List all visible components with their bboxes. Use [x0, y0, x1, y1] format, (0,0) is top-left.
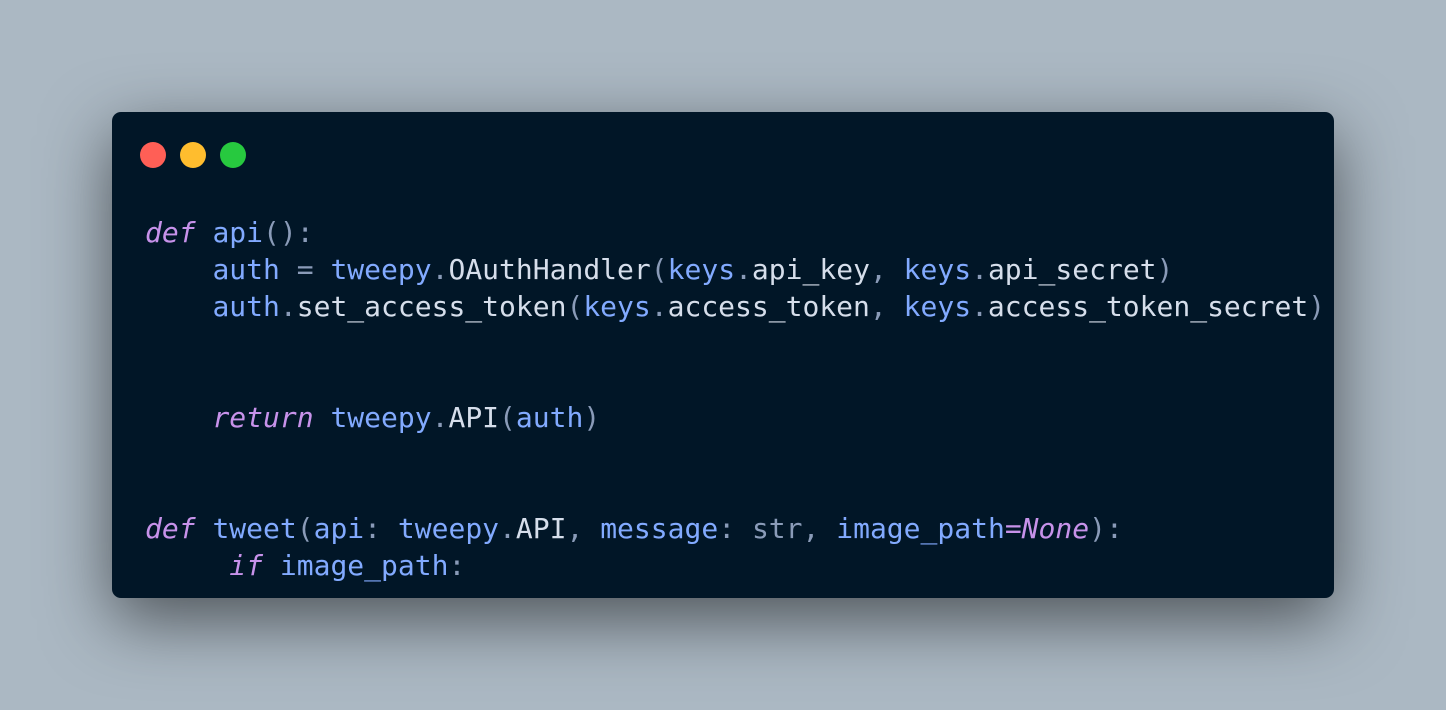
code-token: keys — [903, 253, 972, 286]
code-token: . — [431, 253, 449, 286]
code-token: keys — [903, 290, 972, 323]
code-token: api — [313, 512, 365, 545]
code-token: api — [212, 216, 264, 249]
code-token: api_secret — [987, 253, 1157, 286]
code-line: if image_path: — [145, 547, 1325, 584]
code-token: api_key — [751, 253, 870, 286]
code-token: . — [971, 290, 988, 323]
code-token: ): — [1089, 512, 1123, 545]
code-line: return tweepy.API(auth) — [145, 399, 1325, 436]
code-token: tweepy — [330, 253, 432, 286]
code-token: str — [751, 512, 803, 545]
code-token: OAuthHandler — [448, 253, 651, 286]
code-token: (): — [263, 216, 314, 249]
code-token: auth — [515, 401, 584, 434]
code-token: image_path — [279, 549, 449, 582]
code-token: ( — [650, 253, 668, 286]
code-token: ( — [296, 512, 314, 545]
code-token: None — [1021, 512, 1090, 545]
code-token: message — [600, 512, 719, 545]
code-token: , — [869, 290, 904, 323]
code-window: def api(): auth = tweepy.OAuthHandler(ke… — [112, 112, 1334, 598]
code-token: ) — [1156, 253, 1174, 286]
code-token: keys — [667, 253, 736, 286]
code-line: def api(): — [145, 214, 1325, 251]
code-token: if — [229, 549, 264, 582]
code-token: . — [499, 512, 516, 545]
code-token: ) — [583, 401, 601, 434]
code-token: , — [869, 253, 904, 286]
code-token: . — [650, 290, 668, 323]
code-token: : — [718, 512, 752, 545]
code-token: return — [212, 401, 314, 434]
code-token: . — [971, 253, 988, 286]
code-block: def api(): auth = tweepy.OAuthHandler(ke… — [145, 214, 1325, 584]
code-token: ) — [1308, 290, 1326, 323]
code-token: . — [431, 401, 449, 434]
code-token: tweet — [212, 512, 297, 545]
code-line: auth = tweepy.OAuthHandler(keys.api_key,… — [145, 251, 1325, 288]
close-button[interactable] — [140, 142, 166, 168]
minimize-button[interactable] — [180, 142, 206, 168]
code-token: auth — [212, 253, 280, 286]
code-token: , — [566, 512, 601, 545]
code-token: access_token_secret — [987, 290, 1309, 323]
code-token: . — [279, 290, 297, 323]
code-token: : — [364, 512, 398, 545]
code-token: keys — [583, 290, 651, 323]
code-token: set_access_token — [296, 290, 567, 323]
code-token: = — [279, 253, 331, 286]
code-line: auth.set_access_token(keys.access_token,… — [145, 288, 1325, 325]
code-token: . — [735, 253, 752, 286]
code-line: def tweet(api: tweepy.API, message: str,… — [145, 510, 1325, 547]
code-token: , — [802, 512, 837, 545]
code-token: ( — [499, 401, 516, 434]
code-token: API — [448, 401, 500, 434]
code-token: ( — [566, 290, 584, 323]
code-token: image_path — [836, 512, 1005, 545]
code-token: : — [448, 549, 466, 582]
code-token: def — [145, 512, 196, 545]
code-token: API — [515, 512, 567, 545]
maximize-button[interactable] — [220, 142, 246, 168]
code-token: = — [1004, 512, 1022, 545]
code-token: def — [145, 216, 196, 249]
code-token: tweepy — [397, 512, 500, 545]
code-token: access_token — [667, 290, 870, 323]
code-token: tweepy — [330, 401, 432, 434]
code-token: auth — [212, 290, 280, 323]
